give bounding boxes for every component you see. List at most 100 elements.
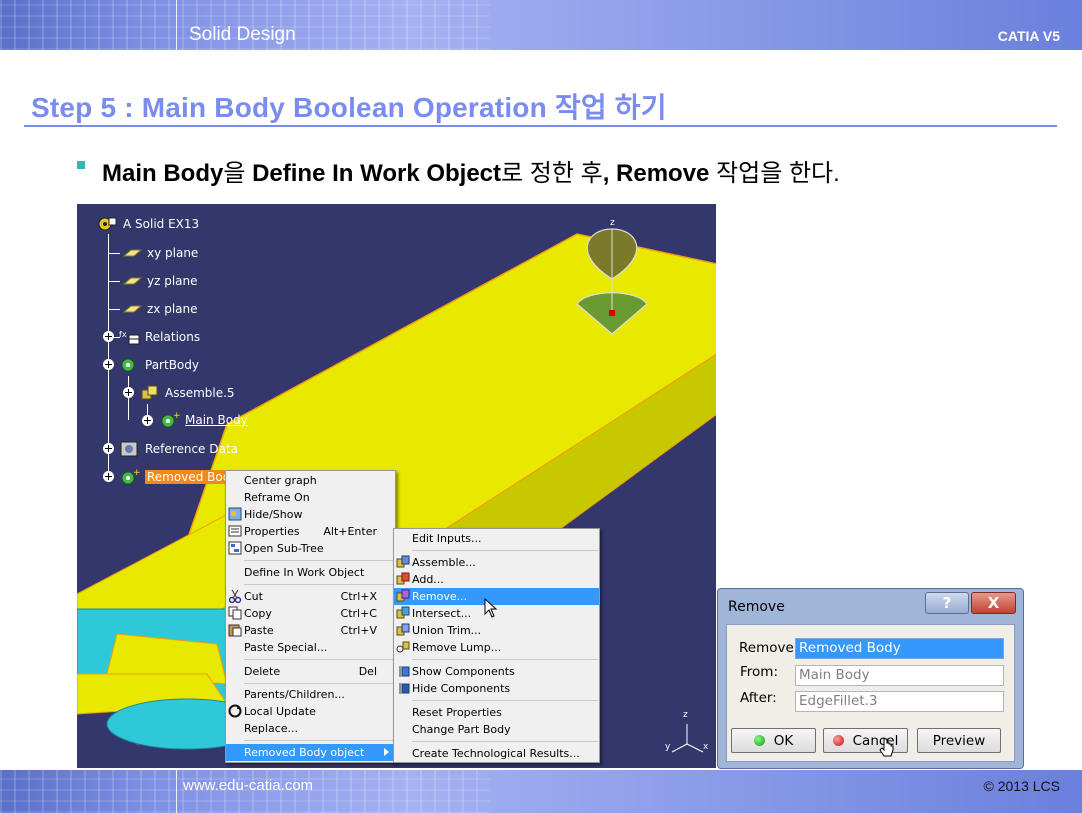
menu-item-label: Center graph [244,474,317,487]
expand-icon[interactable] [123,387,134,398]
submenu-item-assemble[interactable]: Assemble... [394,554,599,571]
relations-icon: fx [119,330,140,345]
header-product-name: CATIA V5 [997,28,1060,44]
menu-item-define-in-work-object[interactable]: Define In Work Object [226,564,395,581]
union-trim-icon [396,623,410,636]
ok-button[interactable]: OK [731,728,816,753]
preview-label: Preview [932,732,986,749]
from-label: From: [740,664,778,680]
expand-icon[interactable] [142,415,153,426]
menu-item-label: Add... [412,573,444,586]
close-button[interactable]: X [971,592,1016,614]
after-field[interactable]: EdgeFillet.3 [795,691,1004,712]
update-icon [228,704,242,718]
tree-item-removed-body[interactable]: + Removed Body [119,468,240,486]
menu-separator [244,584,394,585]
tree-root[interactable]: A Solid EX13 [97,215,199,233]
menu-item-properties[interactable]: Properties Alt+Enter [226,523,395,540]
menu-item-replace[interactable]: Replace... [226,720,395,737]
properties-icon [228,525,242,537]
submenu-item-edit-inputs[interactable]: Edit Inputs... [394,530,599,547]
menu-item-reframe-on[interactable]: Reframe On [226,489,395,506]
submenu-item-add[interactable]: Add... [394,571,599,588]
menu-item-hide-show[interactable]: Hide/Show [226,506,395,523]
page-title: Step 5 : Main Body Boolean Operation 작업 … [31,92,667,123]
tree-item-zx-plane[interactable]: zx plane [121,300,198,318]
expand-icon[interactable] [103,443,114,454]
expand-icon[interactable] [103,359,114,370]
menu-item-label: Cut [244,590,263,603]
submenu-item-create-technological-results[interactable]: Create Technological Results... [394,745,599,762]
tree-line [108,234,109,474]
menu-item-open-sub-tree[interactable]: Open Sub-Tree [226,540,395,557]
submenu-item-hide-components[interactable]: Hide Components [394,680,599,697]
menu-item-parents-children[interactable]: Parents/Children... [226,686,395,703]
menu-item-label: Reset Properties [412,706,502,719]
context-menu[interactable]: Center graph Reframe On Hide/Show Proper… [225,470,396,763]
remove-dialog[interactable]: Remove ? X Remove Removed Body From: Mai… [717,588,1024,769]
pointer-cursor-icon [879,738,894,757]
cancel-button[interactable]: Cancel [823,728,908,753]
from-field[interactable]: Main Body [795,665,1004,686]
menu-item-label: Local Update [244,705,316,718]
menu-item-cut[interactable]: Cut Ctrl+X [226,588,395,605]
remove-label: Remove [739,640,794,656]
menu-shortcut: Del [358,665,377,678]
footer-website[interactable]: www.edu-catia.com [183,777,313,794]
menu-item-label: Replace... [244,722,299,735]
submenu-item-union-trim[interactable]: Union Trim... [394,622,599,639]
body-icon: + [121,468,141,485]
tree-item-label: yz plane [147,274,198,288]
tree-item-reference-data[interactable]: Reference Data [119,440,238,458]
menu-item-paste-special[interactable]: Paste Special... [226,639,395,656]
footer-copyright: © 2013 LCS [983,778,1060,794]
bullet-bold-2: Define In Work Object [252,160,502,187]
bullet-text: Main Body을 Define In Work Object로 정한 후, … [102,153,840,188]
reference-icon [120,441,138,457]
tree-line [128,376,129,420]
tree-item-yz-plane[interactable]: yz plane [121,272,198,290]
bullet-marker [77,161,85,169]
tree-line [108,309,120,310]
menu-item-label: Remove Lump... [412,641,502,654]
bullet-text-2: 로 정한 후 [501,160,603,187]
tree-item-xy-plane[interactable]: xy plane [121,244,198,262]
ok-label: OK [773,732,794,749]
menu-shortcut: Ctrl+X [340,590,377,603]
menu-item-label: Parents/Children... [244,688,345,701]
body-icon: + [161,411,181,428]
bullet-text-3: 작업을 한다. [709,160,840,187]
expand-icon[interactable] [103,471,114,482]
menu-separator [412,700,598,701]
dialog-body: Remove Removed Body From: Main Body Afte… [726,624,1015,762]
svg-text:fx: fx [119,330,127,339]
tree-item-partbody[interactable]: PartBody [119,356,199,374]
expand-icon[interactable] [103,331,114,342]
submenu-item-remove-lump[interactable]: Remove Lump... [394,639,599,656]
submenu-item-change-part-body[interactable]: Change Part Body [394,721,599,738]
help-button[interactable]: ? [925,592,969,614]
menu-item-label: Properties [244,525,300,538]
menu-item-label: Union Trim... [412,624,482,637]
preview-button[interactable]: Preview [917,728,1001,753]
tree-item-relations[interactable]: fx Relations [119,328,200,346]
tree-item-label: Relations [145,330,201,344]
tree-item-main-body[interactable]: + Main Body [159,411,248,429]
remove-field[interactable]: Removed Body [795,638,1004,659]
menu-item-copy[interactable]: Copy Ctrl+C [226,605,395,622]
axis-z-label: z [610,218,615,228]
assemble-icon [141,385,158,400]
submenu-item-show-components[interactable]: Show Components [394,663,599,680]
menu-item-local-update[interactable]: Local Update [226,703,395,720]
tree-item-label: Main Body [185,413,248,427]
submenu[interactable]: Edit Inputs... Assemble... Add... Remove… [393,528,600,763]
submenu-item-reset-properties[interactable]: Reset Properties [394,704,599,721]
svg-text:+: + [173,411,181,421]
menu-item-delete[interactable]: Delete Del [226,663,395,680]
menu-item-center-graph[interactable]: Center graph [226,472,395,489]
tree-item-assemble[interactable]: Assemble.5 [139,384,235,402]
menu-item-removed-body-object[interactable]: Removed Body object [226,744,395,761]
menu-separator [244,683,394,684]
mouse-cursor-icon [484,598,498,618]
menu-item-paste[interactable]: Paste Ctrl+V [226,622,395,639]
